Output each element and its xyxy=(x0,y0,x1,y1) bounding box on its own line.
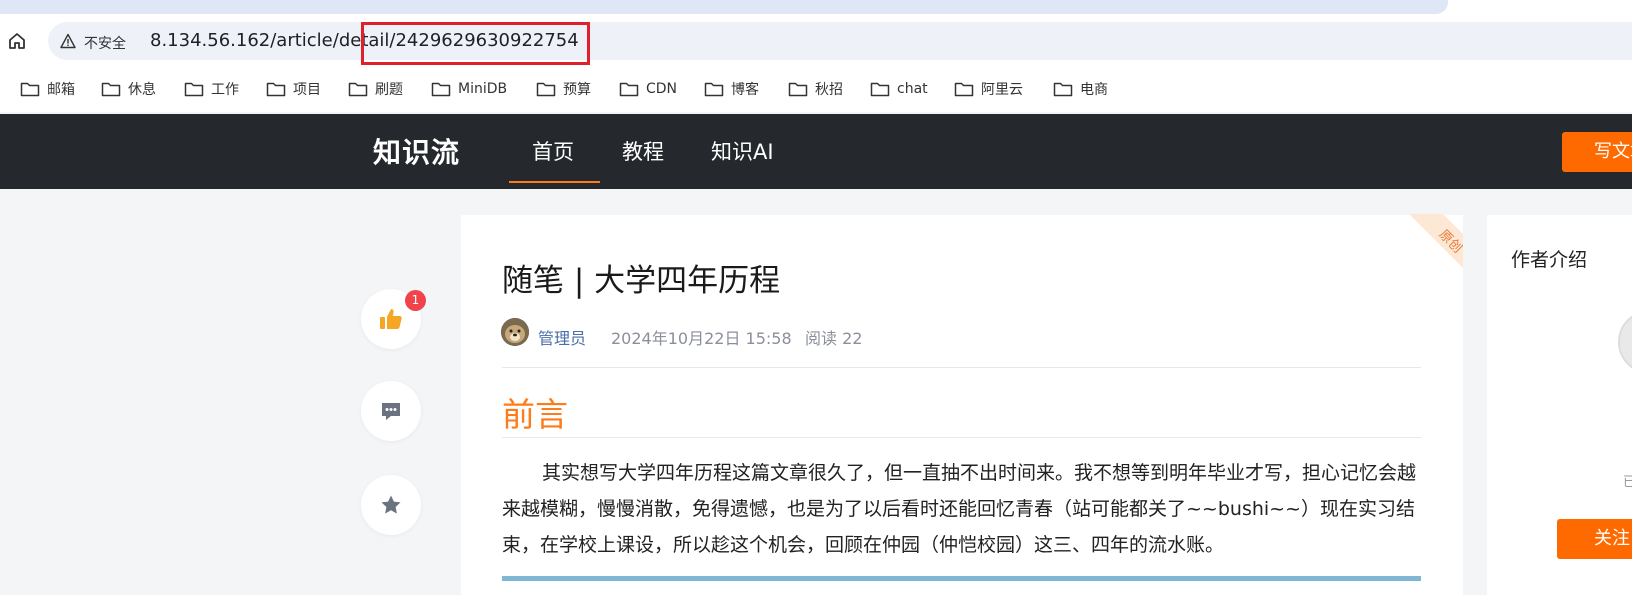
bookmark-ecommerce[interactable]: 电商 xyxy=(1053,78,1108,100)
bookmark-label: 电商 xyxy=(1080,82,1108,98)
nav-active-underline xyxy=(509,181,600,183)
folder-icon xyxy=(431,82,451,97)
folder-icon xyxy=(184,82,204,97)
original-ribbon: 原创 xyxy=(1405,214,1463,272)
home-icon[interactable] xyxy=(6,30,28,52)
folder-icon xyxy=(788,82,808,97)
star-icon xyxy=(381,495,401,514)
favorite-button[interactable] xyxy=(361,475,421,535)
comment-icon xyxy=(382,403,400,420)
follow-button[interactable]: 关注 xyxy=(1557,519,1632,559)
folder-icon xyxy=(870,82,890,97)
bookmark-label: 博客 xyxy=(731,82,759,98)
bookmark-label: CDN xyxy=(646,81,678,97)
insecure-label[interactable]: 不安全 xyxy=(84,33,126,53)
active-tab[interactable] xyxy=(0,0,1448,14)
folder-icon xyxy=(536,82,556,97)
author-card-stat: 已 xyxy=(1623,475,1632,490)
bookmark-aliyun[interactable]: 阿里云 xyxy=(954,78,1023,100)
bookmark-autumn-recruit[interactable]: 秋招 xyxy=(788,78,843,100)
bookmark-mailbox[interactable]: 邮箱 xyxy=(20,78,75,100)
bookmark-label: 刷题 xyxy=(375,82,403,98)
bookmark-blog[interactable]: 博客 xyxy=(704,78,759,100)
bookmark-cdn[interactable]: CDN xyxy=(619,78,677,100)
view-count: 阅读 22 xyxy=(805,329,863,348)
section-heading: 前言 xyxy=(502,395,568,434)
folder-icon xyxy=(619,82,639,97)
site-header xyxy=(0,114,1632,189)
like-count-badge: 1 xyxy=(405,290,426,311)
article-title: 随笔 | 大学四年历程 xyxy=(502,263,781,299)
article-image xyxy=(502,576,1421,581)
author-avatar[interactable] xyxy=(501,318,529,346)
author-name[interactable]: 管理员 xyxy=(538,325,586,349)
warning-icon[interactable] xyxy=(60,33,76,49)
bookmark-practice[interactable]: 刷题 xyxy=(348,78,403,100)
publish-date: 2024年10月22日 15:58 xyxy=(611,329,792,348)
bookmark-label: 项目 xyxy=(293,82,321,98)
folder-icon xyxy=(704,82,724,97)
bookmark-label: 休息 xyxy=(128,82,156,98)
nav-knowledge-ai[interactable]: 知识AI xyxy=(711,136,774,166)
bookmark-label: MiniDB xyxy=(458,81,508,97)
bookmark-budget[interactable]: 预算 xyxy=(536,78,591,100)
bookmark-label: chat xyxy=(897,81,928,97)
heading-divider xyxy=(502,437,1421,438)
bookmark-minidb[interactable]: MiniDB xyxy=(431,78,507,100)
folder-icon xyxy=(266,82,286,97)
article-paragraph: 其实想写大学四年历程这篇文章很久了，但一直抽不出时间来。我不想等到明年毕业才写，… xyxy=(502,462,1417,556)
folder-icon xyxy=(954,82,974,97)
bookmark-projects[interactable]: 项目 xyxy=(266,78,321,100)
author-card-title: 作者介绍 xyxy=(1511,249,1588,271)
bookmark-label: 工作 xyxy=(211,82,239,98)
bookmark-label: 邮箱 xyxy=(47,82,75,98)
folder-icon xyxy=(20,82,40,97)
bookmark-label: 预算 xyxy=(563,82,591,98)
bookmark-chat[interactable]: chat xyxy=(870,78,928,100)
folder-icon xyxy=(101,82,121,97)
url-highlight-box xyxy=(361,22,590,65)
nav-tutorials[interactable]: 教程 xyxy=(622,136,664,166)
bookmark-work[interactable]: 工作 xyxy=(184,78,239,100)
folder-icon xyxy=(1053,82,1073,97)
folder-icon xyxy=(348,82,368,97)
meta-divider xyxy=(502,367,1421,368)
comment-button[interactable] xyxy=(361,381,421,441)
nav-home[interactable]: 首页 xyxy=(532,136,574,166)
site-logo[interactable]: 知识流 xyxy=(373,131,460,171)
thumbs-up-icon xyxy=(380,309,402,329)
bookmark-label: 秋招 xyxy=(815,82,843,98)
bookmark-label: 阿里云 xyxy=(981,82,1023,98)
bookmark-rest[interactable]: 休息 xyxy=(101,78,156,100)
original-label: 原创 xyxy=(1436,226,1463,256)
write-article-button[interactable]: 写文章 xyxy=(1562,132,1632,172)
